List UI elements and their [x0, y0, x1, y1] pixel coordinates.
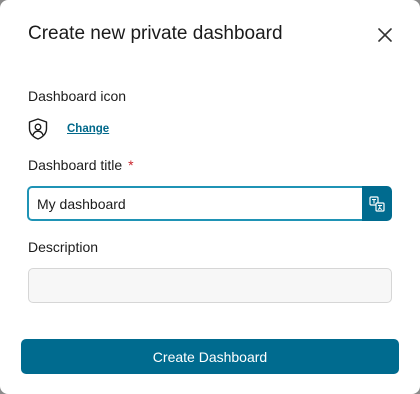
translate-icon: [369, 195, 385, 212]
dashboard-icon-label: Dashboard icon: [28, 88, 127, 104]
required-marker: *: [128, 157, 134, 173]
dashboard-title-label: Dashboard title *: [28, 157, 134, 173]
dashboard-title-label-text: Dashboard title: [28, 157, 123, 173]
shield-person-icon: [28, 118, 48, 140]
description-label: Description: [28, 239, 99, 255]
dashboard-icon-row: Change: [28, 118, 109, 140]
dialog-title: Create new private dashboard: [28, 23, 283, 44]
close-button[interactable]: [376, 26, 394, 44]
create-dashboard-dialog: Create new private dashboard Dashboard i…: [0, 0, 420, 394]
change-icon-link[interactable]: Change: [67, 123, 109, 135]
create-dashboard-button[interactable]: Create Dashboard: [21, 339, 399, 374]
dashboard-title-input[interactable]: [27, 186, 363, 221]
translate-button[interactable]: [362, 186, 392, 221]
close-icon: [378, 28, 392, 42]
description-input[interactable]: [28, 268, 392, 303]
